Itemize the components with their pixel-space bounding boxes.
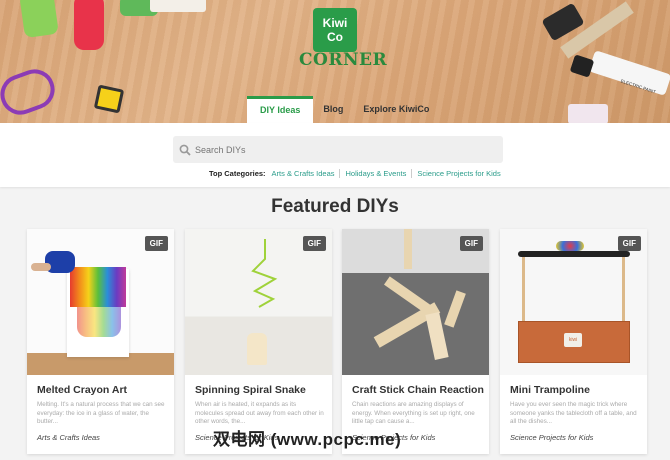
card-title[interactable]: Mini Trampoline: [510, 384, 590, 396]
logo-text-line2: Co: [327, 30, 343, 44]
red-marker-image: [74, 0, 104, 50]
search-input[interactable]: [195, 136, 495, 163]
logo-text-line1: Kiwi: [322, 16, 348, 30]
tab-blog[interactable]: Blog: [313, 96, 353, 123]
card-description: Chain reactions are amazing displays of …: [352, 401, 475, 425]
tab-diy-ideas[interactable]: DIY Ideas: [247, 96, 314, 123]
kiwi-box-logo: kiwi: [564, 333, 582, 347]
gif-badge: GIF: [144, 236, 168, 251]
card-title[interactable]: Melted Crayon Art: [37, 384, 127, 396]
diy-card-melted-crayon-art[interactable]: GIF Melted Crayon Art Melting. It's a na…: [27, 229, 174, 454]
top-categories-label: Top Categories:: [209, 169, 266, 178]
search-icon: [179, 143, 191, 161]
card-title[interactable]: Craft Stick Chain Reaction: [352, 384, 484, 396]
kiwico-logo[interactable]: Kiwi Co: [313, 8, 357, 52]
main-nav-tabs: DIY Ideas Blog Explore KiwiCo: [247, 96, 439, 123]
gif-badge: GIF: [617, 236, 641, 251]
search-section: Top Categories: Arts & Crafts Ideas Holi…: [0, 123, 670, 187]
card-category[interactable]: Science Projects for Kids: [510, 433, 593, 442]
diy-card-spinning-spiral-snake[interactable]: GIF Spinning Spiral Snake When air is he…: [185, 229, 332, 454]
tab-explore-kiwico[interactable]: Explore KiwiCo: [353, 96, 439, 123]
category-link-holidays-events[interactable]: Holidays & Events: [339, 169, 411, 178]
search-box[interactable]: [173, 136, 503, 163]
category-link-arts-crafts[interactable]: Arts & Crafts Ideas: [272, 169, 340, 178]
category-link-science-projects[interactable]: Science Projects for Kids: [411, 169, 505, 178]
featured-diys-heading: Featured DIYs: [271, 196, 399, 217]
top-categories: Top Categories: Arts & Crafts Ideas Holi…: [209, 169, 506, 178]
gif-badge: GIF: [459, 236, 483, 251]
yellow-paint-image: [93, 84, 125, 114]
gif-badge: GIF: [302, 236, 326, 251]
hero-banner: ELECTRIC PAINT Kiwi Co CORNER DIY Ideas …: [0, 0, 670, 123]
diy-card-mini-trampoline[interactable]: kiwi GIF Mini Trampoline Have you ever s…: [500, 229, 647, 454]
green-marker-image: [19, 0, 59, 39]
diy-card-craft-stick-chain-reaction[interactable]: GIF Craft Stick Chain Reaction Chain rea…: [342, 229, 489, 454]
card-description: Melting. It's a natural process that we …: [37, 401, 165, 425]
card-description: Have you ever seen the magic trick where…: [510, 401, 637, 425]
site-watermark: 双电网 (www.pcpc.me): [213, 430, 402, 449]
card-title[interactable]: Spinning Spiral Snake: [195, 384, 306, 396]
card-description: When air is heated, it expands as its mo…: [195, 401, 324, 425]
white-box-image: [150, 0, 206, 12]
beads-tray-image: [568, 104, 608, 123]
card-category[interactable]: Arts & Crafts Ideas: [37, 433, 100, 442]
logo-corner-text[interactable]: CORNER: [299, 50, 387, 70]
